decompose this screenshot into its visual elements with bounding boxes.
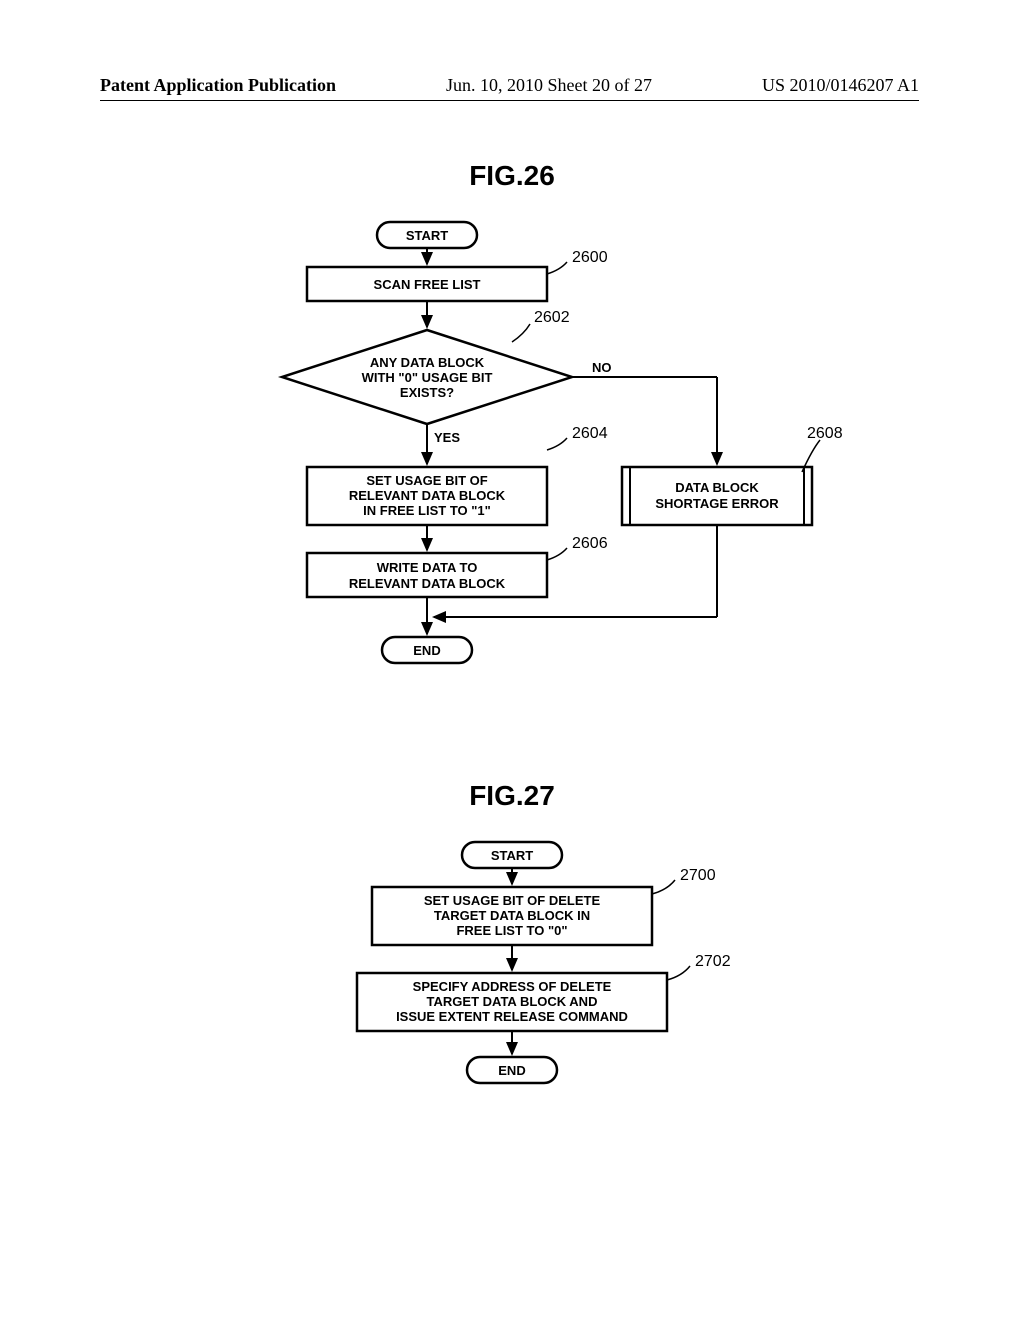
svg-text:WRITE DATA TO: WRITE DATA TO (377, 560, 478, 575)
svg-text:END: END (413, 643, 440, 658)
end-node: END (382, 637, 472, 663)
svg-text:EXISTS?: EXISTS? (400, 385, 454, 400)
svg-text:SET USAGE BIT OF DELETE: SET USAGE BIT OF DELETE (424, 893, 601, 908)
fig26-flowchart: START SCAN FREE LIST 2600 2602 ANY DATA … (172, 192, 852, 692)
step-2604: SET USAGE BIT OF RELEVANT DATA BLOCK IN … (307, 467, 547, 525)
svg-text:IN FREE LIST TO "1": IN FREE LIST TO "1" (363, 503, 491, 518)
step-2700: SET USAGE BIT OF DELETE TARGET DATA BLOC… (372, 887, 652, 945)
svg-text:ANY DATA BLOCK: ANY DATA BLOCK (370, 355, 485, 370)
step-2606: WRITE DATA TO RELEVANT DATA BLOCK (307, 553, 547, 597)
start-node-27: START (462, 842, 562, 868)
header-right: US 2010/0146207 A1 (762, 75, 919, 96)
svg-text:TARGET DATA BLOCK AND: TARGET DATA BLOCK AND (427, 994, 598, 1009)
ref-2606: 2606 (572, 535, 608, 552)
ref-2608: 2608 (807, 425, 843, 442)
step-2702: SPECIFY ADDRESS OF DELETE TARGET DATA BL… (357, 973, 667, 1031)
no-label: NO (592, 360, 612, 375)
ref-2700: 2700 (680, 867, 716, 884)
fig27-flowchart: START SET USAGE BIT OF DELETE TARGET DAT… (172, 812, 852, 1142)
svg-text:WITH "0" USAGE BIT: WITH "0" USAGE BIT (362, 370, 493, 385)
header-center: Jun. 10, 2010 Sheet 20 of 27 (446, 75, 672, 96)
svg-text:SET USAGE BIT OF: SET USAGE BIT OF (366, 473, 487, 488)
svg-text:SPECIFY ADDRESS OF DELETE: SPECIFY ADDRESS OF DELETE (413, 979, 612, 994)
svg-text:DATA BLOCK: DATA BLOCK (675, 480, 759, 495)
svg-text:SHORTAGE ERROR: SHORTAGE ERROR (655, 496, 779, 511)
svg-text:FREE LIST TO "0": FREE LIST TO "0" (456, 923, 567, 938)
svg-text:START: START (491, 848, 533, 863)
fig27-title: FIG.27 (0, 780, 1024, 812)
header-left: Patent Application Publication (100, 75, 356, 96)
svg-text:SCAN FREE LIST: SCAN FREE LIST (374, 277, 481, 292)
start-node: START (377, 222, 477, 248)
fig26-container: FIG.26 START SCAN FREE LIST 2600 (0, 160, 1024, 692)
ref-2600: 2600 (572, 249, 608, 266)
fig27-container: FIG.27 START SET USAGE BIT OF DELETE TAR… (0, 780, 1024, 1142)
svg-text:START: START (406, 228, 448, 243)
step-2608: DATA BLOCK SHORTAGE ERROR (622, 467, 812, 525)
svg-text:ISSUE EXTENT RELEASE COMMAND: ISSUE EXTENT RELEASE COMMAND (396, 1009, 628, 1024)
ref-2604: 2604 (572, 425, 608, 442)
svg-text:TARGET DATA BLOCK IN: TARGET DATA BLOCK IN (434, 908, 590, 923)
ref-2602: 2602 (534, 309, 570, 326)
svg-text:END: END (498, 1063, 525, 1078)
svg-text:RELEVANT DATA BLOCK: RELEVANT DATA BLOCK (349, 576, 506, 591)
ref-2702: 2702 (695, 953, 731, 970)
page-header: Patent Application Publication Jun. 10, … (100, 75, 919, 101)
decision-2602: ANY DATA BLOCK WITH "0" USAGE BIT EXISTS… (282, 330, 572, 424)
fig26-title: FIG.26 (0, 160, 1024, 192)
yes-label: YES (434, 430, 460, 445)
step-2600: SCAN FREE LIST (307, 267, 547, 301)
patent-page: Patent Application Publication Jun. 10, … (0, 0, 1024, 1320)
end-node-27: END (467, 1057, 557, 1083)
svg-text:RELEVANT DATA BLOCK: RELEVANT DATA BLOCK (349, 488, 506, 503)
